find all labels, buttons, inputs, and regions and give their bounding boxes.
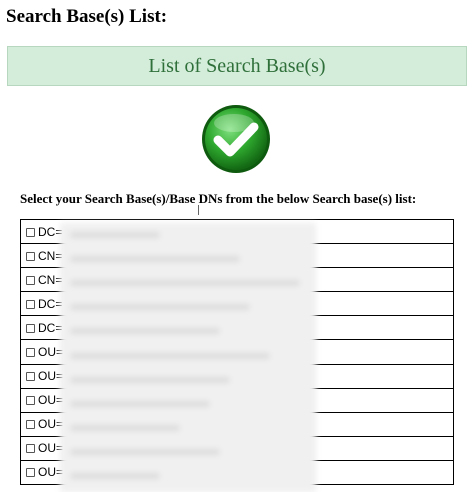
banner-text: List of Search Base(s) bbox=[148, 54, 326, 77]
text-cursor bbox=[198, 205, 199, 215]
search-base-checkbox[interactable] bbox=[26, 468, 35, 478]
search-base-label: CN= bbox=[38, 248, 63, 263]
search-base-banner: List of Search Base(s) bbox=[7, 46, 467, 86]
search-base-checkbox[interactable] bbox=[26, 348, 35, 358]
search-base-checkbox[interactable] bbox=[26, 372, 35, 382]
checkmark-success-icon bbox=[200, 103, 272, 175]
search-base-label: DC= bbox=[38, 320, 63, 335]
search-base-checkbox[interactable] bbox=[26, 227, 35, 237]
search-base-label: DC= bbox=[38, 224, 63, 239]
search-base-checkbox[interactable] bbox=[26, 444, 35, 454]
search-base-checkbox[interactable] bbox=[26, 396, 35, 406]
redacted-region bbox=[60, 223, 316, 492]
search-base-label: CN= bbox=[38, 272, 63, 287]
search-base-checkbox[interactable] bbox=[26, 299, 35, 309]
instruction-text: Select your Search Base(s)/Base DNs from… bbox=[20, 191, 417, 206]
search-base-checkbox[interactable] bbox=[26, 251, 35, 261]
search-base-checkbox[interactable] bbox=[26, 275, 35, 285]
search-base-checkbox[interactable] bbox=[26, 323, 35, 333]
page-title: Search Base(s) List: bbox=[6, 6, 168, 27]
search-base-label: DC= bbox=[38, 296, 63, 311]
search-base-checkbox[interactable] bbox=[26, 420, 35, 430]
